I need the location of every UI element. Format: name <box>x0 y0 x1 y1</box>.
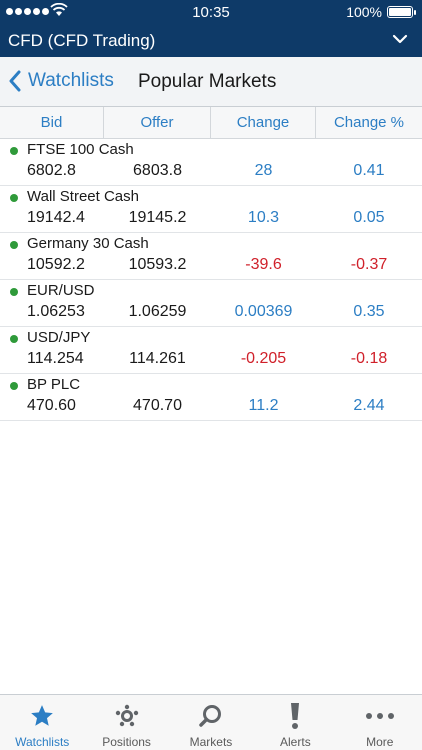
market-change-pct: -0.37 <box>350 256 388 273</box>
market-status-dot <box>10 288 18 296</box>
market-name: EUR/USD <box>27 282 95 299</box>
market-bid: 10592.2 <box>27 256 85 273</box>
market-row[interactable]: EUR/USD 1.06253 1.06259 0.00369 0.35 <box>0 280 422 327</box>
account-selector[interactable]: CFD (CFD Trading) <box>0 25 422 57</box>
market-status-dot <box>10 194 18 202</box>
tab-positions[interactable]: Positions <box>84 695 168 750</box>
market-offer: 470.70 <box>133 397 182 414</box>
market-name: FTSE 100 Cash <box>27 141 134 158</box>
market-list: FTSE 100 Cash 6802.8 6803.8 28 0.41 Wall… <box>0 139 422 421</box>
tab-label: Watchlists <box>15 735 70 749</box>
tab-label: More <box>366 735 394 749</box>
tab-more[interactable]: More <box>338 695 422 750</box>
back-button[interactable]: Watchlists <box>8 70 114 92</box>
tab-markets[interactable]: Markets <box>169 695 253 750</box>
market-row[interactable]: FTSE 100 Cash 6802.8 6803.8 28 0.41 <box>0 139 422 186</box>
market-status-dot <box>10 335 18 343</box>
column-headers: Bid Offer Change Change % <box>0 107 422 139</box>
market-offer: 114.261 <box>129 350 186 367</box>
market-status-dot <box>10 382 18 390</box>
market-row[interactable]: BP PLC 470.60 470.70 11.2 2.44 <box>0 374 422 421</box>
tab-label: Positions <box>102 735 151 749</box>
tab-watchlists[interactable]: Watchlists <box>0 695 84 750</box>
market-status-dot <box>10 241 18 249</box>
back-button-label: Watchlists <box>28 70 114 91</box>
exclamation-icon <box>291 703 300 729</box>
market-bid: 19142.4 <box>27 209 85 226</box>
market-name: Germany 30 Cash <box>27 235 149 252</box>
market-row[interactable]: USD/JPY 114.254 114.261 -0.205 -0.18 <box>0 327 422 374</box>
column-header-change-pct[interactable]: Change % <box>316 107 422 139</box>
star-icon <box>31 705 54 726</box>
battery-icon <box>387 6 416 18</box>
market-name: BP PLC <box>27 376 81 393</box>
battery-percent: 100% <box>346 4 382 20</box>
search-icon <box>199 705 221 727</box>
market-row[interactable]: Germany 30 Cash 10592.2 10593.2 -39.6 -0… <box>0 233 422 280</box>
chevron-left-icon <box>9 70 21 92</box>
navigation-bar: Watchlists Popular Markets <box>0 57 422 107</box>
account-title: CFD (CFD Trading) <box>8 31 156 50</box>
market-change-pct: -0.18 <box>350 350 388 367</box>
market-name: Wall Street Cash <box>27 188 139 205</box>
market-bid: 6802.8 <box>27 162 76 179</box>
market-change-pct: 0.41 <box>353 162 385 179</box>
positions-icon <box>115 704 138 727</box>
tab-bar: Watchlists Positions Markets Alerts More <box>0 694 422 750</box>
market-offer: 6803.8 <box>133 162 182 179</box>
market-change: 10.3 <box>247 209 280 226</box>
more-dots-icon <box>365 713 394 719</box>
market-offer: 10593.2 <box>128 256 187 273</box>
market-change-pct: 2.44 <box>353 397 385 414</box>
market-change: 28 <box>254 162 273 179</box>
column-header-change[interactable]: Change <box>211 107 316 139</box>
column-header-bid[interactable]: Bid <box>0 107 104 139</box>
market-change: 0.00369 <box>234 303 293 320</box>
tab-label: Alerts <box>280 735 311 749</box>
market-bid: 1.06253 <box>27 303 85 320</box>
market-offer: 19145.2 <box>128 209 187 226</box>
market-change-pct: 0.05 <box>353 209 385 226</box>
market-offer: 1.06259 <box>128 303 187 320</box>
market-change: -0.205 <box>240 350 287 367</box>
tab-label: Markets <box>189 735 233 749</box>
page-title: Popular Markets <box>138 71 277 92</box>
market-change: 11.2 <box>248 397 279 414</box>
market-status-dot <box>10 147 18 155</box>
market-name: USD/JPY <box>27 329 91 346</box>
market-bid: 114.254 <box>27 350 84 367</box>
status-bar: 10:35 100% <box>0 0 422 25</box>
market-row[interactable]: Wall Street Cash 19142.4 19145.2 10.3 0.… <box>0 186 422 233</box>
tab-alerts[interactable]: Alerts <box>253 695 337 750</box>
column-header-offer[interactable]: Offer <box>104 107 211 139</box>
market-bid: 470.60 <box>27 397 76 414</box>
chevron-down-icon[interactable] <box>392 33 408 45</box>
market-change: -39.6 <box>245 256 282 273</box>
market-change-pct: 0.35 <box>353 303 385 320</box>
